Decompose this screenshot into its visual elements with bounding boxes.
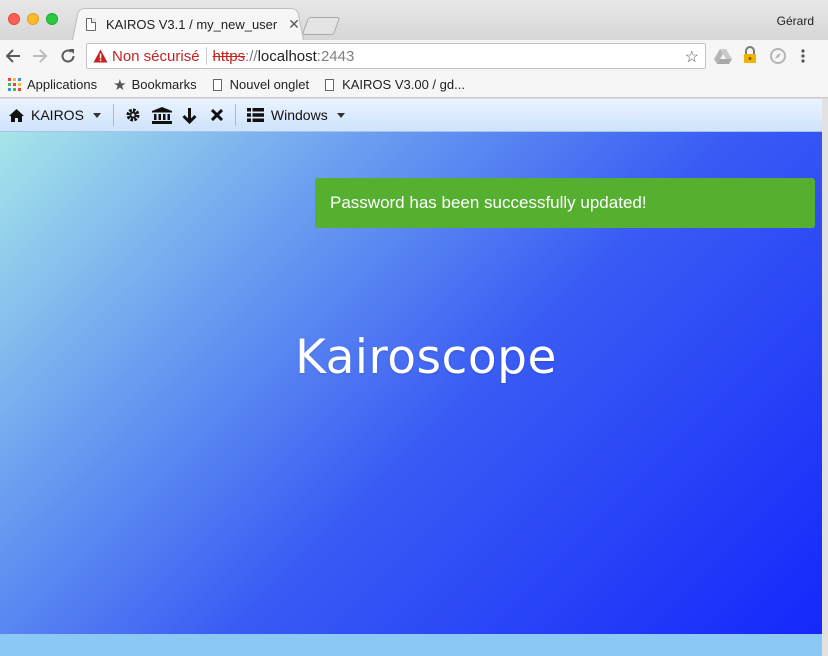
list-icon [246,108,264,122]
window-titlebar: KAIROS V3.1 / my_new_user ✕ Gérard [0,0,828,40]
menu-divider [112,104,114,126]
page-icon [325,78,335,91]
forward-button[interactable] [29,44,51,68]
bookmark-label: Nouvel onglet [229,77,310,92]
reload-button[interactable] [57,44,79,68]
desktop-area: Password has been successfully updated! … [0,132,822,634]
bookmark-label: KAIROS V3.00 / gd... [342,77,465,92]
forward-arrow-icon [33,49,48,63]
window-close-button[interactable] [8,13,20,25]
window-minimize-button[interactable] [27,13,39,25]
url-host: localhost [257,47,317,65]
gear-icon [126,108,140,122]
bookmark-kairos-v3[interactable]: KAIROS V3.00 / gd... [325,77,465,92]
window-maximize-button[interactable] [46,13,58,25]
bottom-bar [0,634,822,656]
star-icon: ★ [113,76,127,94]
url-separator: :// [245,47,258,65]
notification-message: Password has been successfully updated! [330,193,647,212]
bank-icon [151,106,172,124]
bookmark-applications[interactable]: Applications [8,77,97,92]
kairos-menu[interactable]: KAIROS [8,107,101,123]
address-bar[interactable]: Non sécurisé https://localhost:2443 ☆ [86,43,706,69]
page-icon [212,78,222,91]
reload-icon [61,49,75,63]
browser-tab-content[interactable]: KAIROS V3.1 / my_new_user ✕ [82,8,302,40]
back-arrow-icon [5,49,20,63]
close-icon [210,109,223,121]
password-lock-icon[interactable] [742,46,758,63]
menu-divider [234,104,236,126]
bookmark-star-icon[interactable]: ☆ [685,47,699,67]
new-tab-button[interactable] [301,17,341,35]
success-notification[interactable]: Password has been successfully updated! [315,178,815,228]
drive-icon[interactable] [714,48,732,64]
tab-title: KAIROS V3.1 / my_new_user [106,16,278,32]
profile-name[interactable]: Gérard [777,14,814,28]
tab-close-icon[interactable]: ✕ [286,16,302,33]
windows-menu-label: Windows [270,107,328,123]
bookmark-bookmarks[interactable]: ★ Bookmarks [113,76,196,94]
apps-icon [8,78,21,91]
download-button[interactable] [182,107,197,124]
warning-icon [93,49,108,63]
page-icon [86,17,96,31]
security-status[interactable]: Non sécurisé [112,48,200,65]
back-button[interactable] [2,44,24,68]
omnibox-divider [205,47,207,65]
chevron-down-icon [336,112,345,118]
bookmark-nouvel-onglet[interactable]: Nouvel onglet [212,77,310,92]
compass-icon[interactable] [770,48,786,64]
bookmark-label: Applications [27,77,98,92]
app-menu-bar: KAIROS Windows [0,99,822,132]
brand-logo-text: Kairoscope [295,330,557,385]
chevron-down-icon [92,112,101,118]
browser-menu-icon[interactable] [800,48,816,64]
home-icon [9,108,24,122]
browser-toolbar: Non sécurisé https://localhost:2443 ☆ [0,40,828,72]
windows-menu[interactable]: Windows [246,107,345,123]
bookmark-label: Bookmarks [131,77,197,92]
window-edge [822,99,828,656]
bookmarks-bar: Applications ★ Bookmarks Nouvel onglet K… [0,72,828,98]
url-scheme: https [212,47,246,65]
close-button[interactable] [210,109,223,121]
kairos-menu-label: KAIROS [31,107,84,123]
arrow-down-icon [182,107,197,124]
library-button[interactable] [151,106,172,124]
url-port: :2443 [316,47,355,65]
settings-button[interactable] [125,107,141,123]
